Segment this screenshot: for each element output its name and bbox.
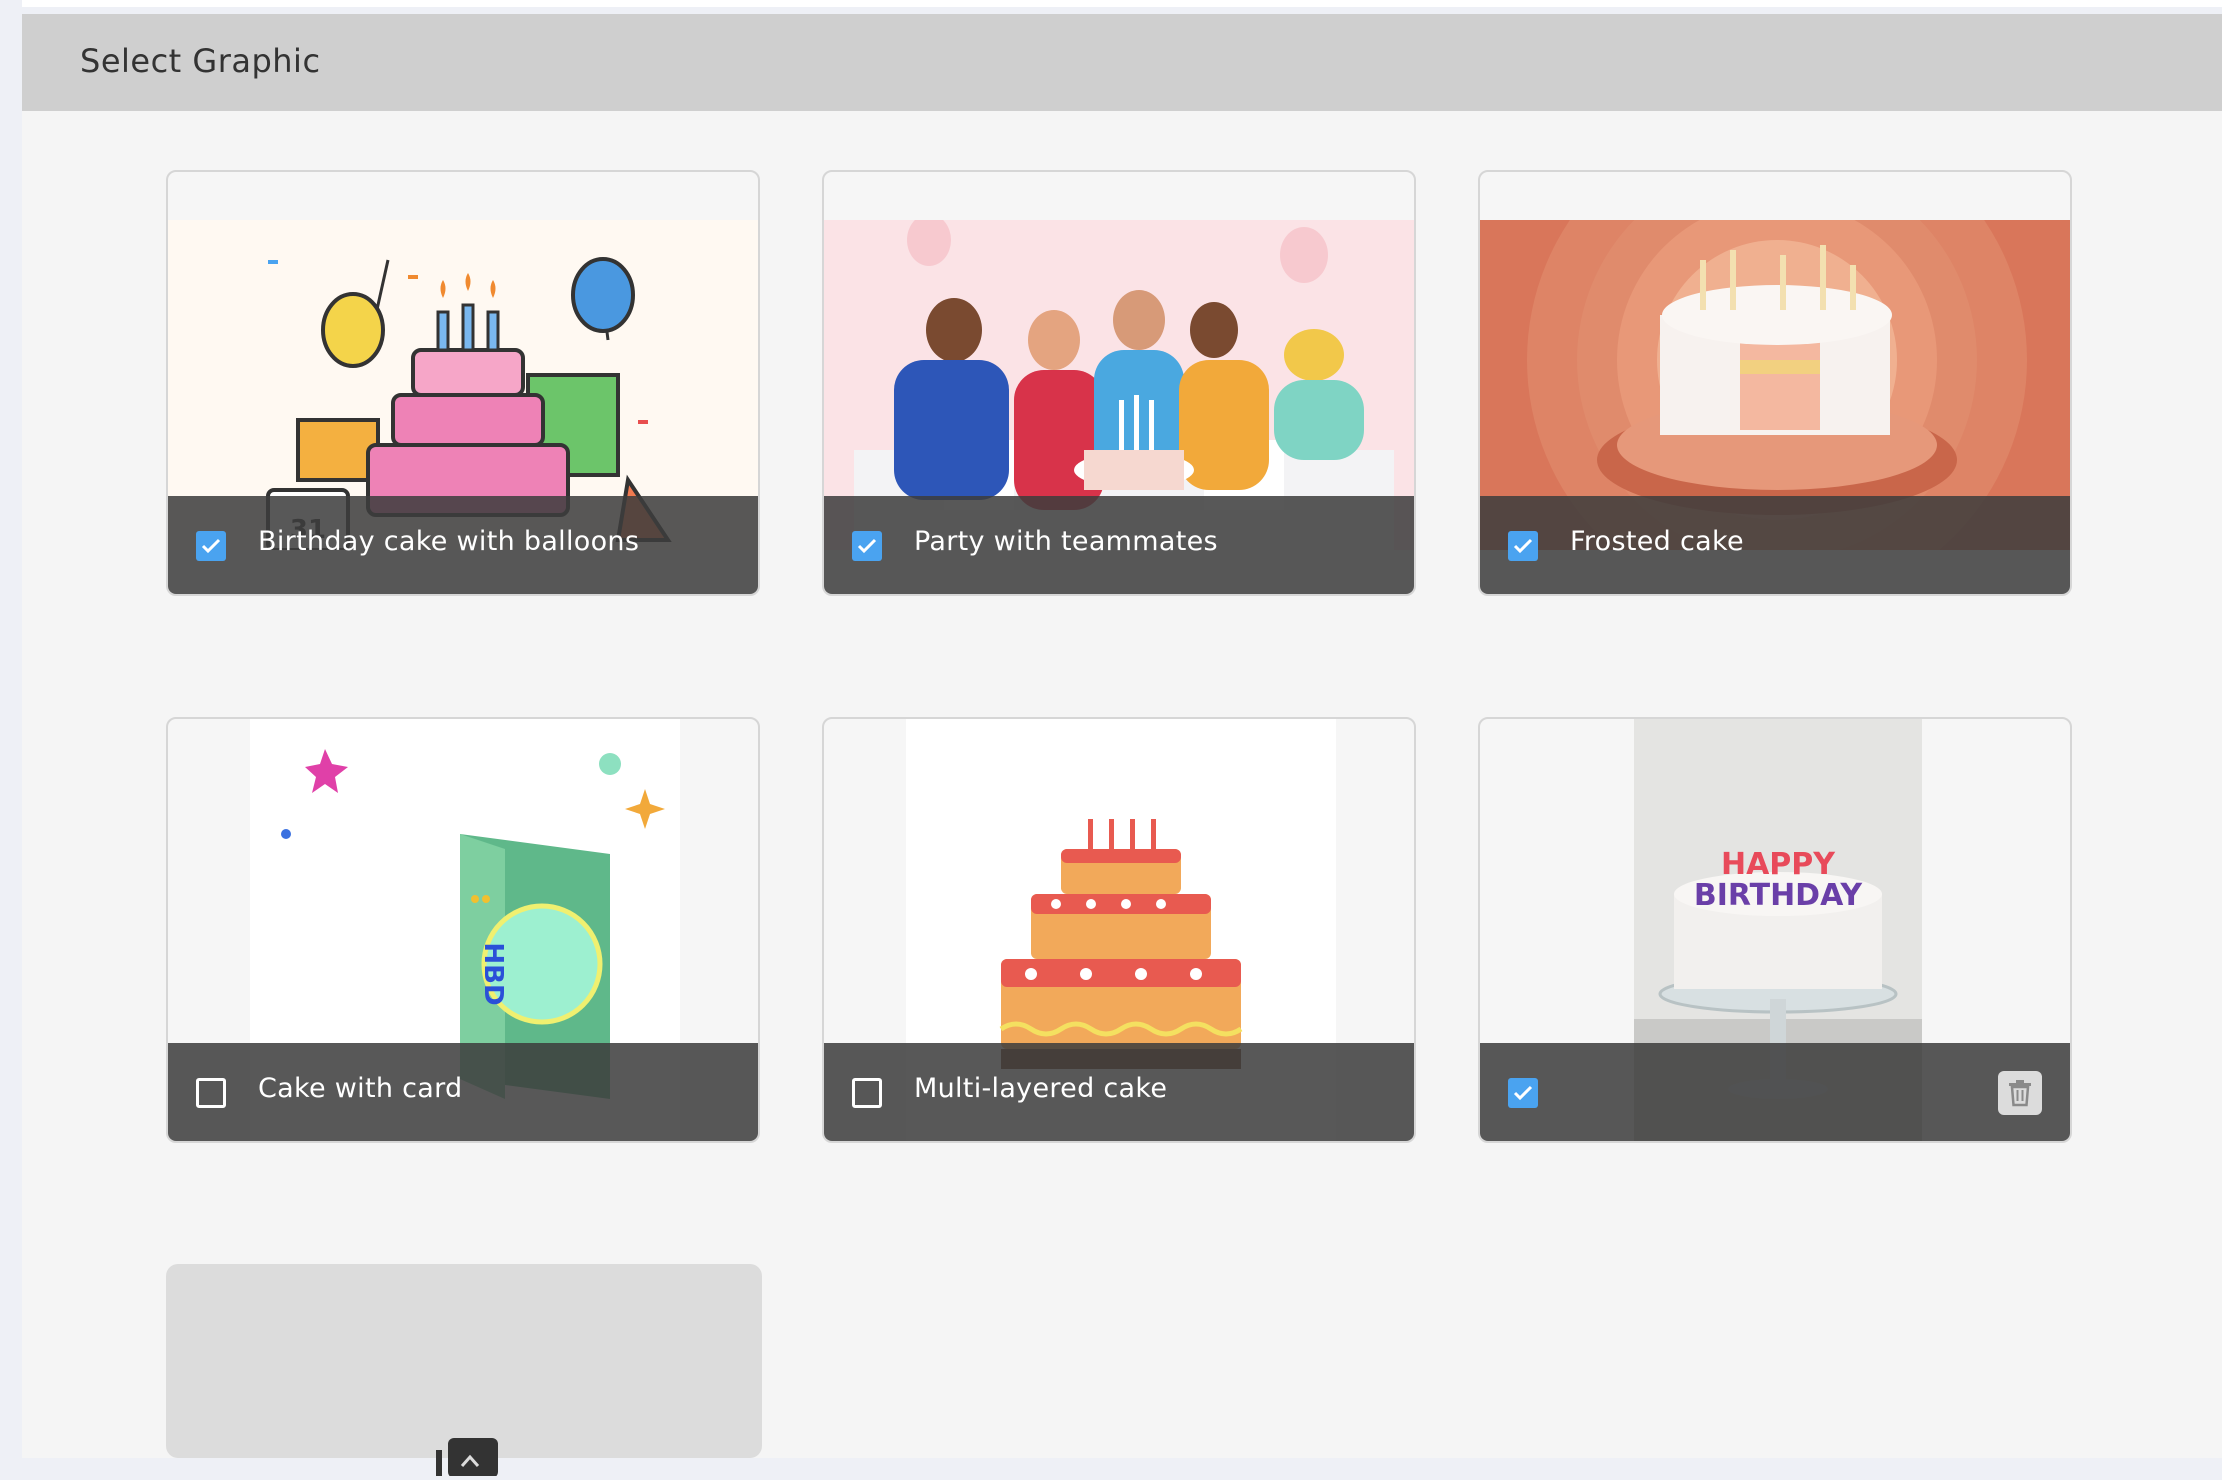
top-strip xyxy=(22,0,2222,7)
panel-header: Select Graphic xyxy=(22,14,2222,111)
upload-graphic-card[interactable] xyxy=(166,1264,762,1478)
graphic-checkbox[interactable] xyxy=(196,531,226,561)
graphic-checkbox[interactable] xyxy=(196,1078,226,1108)
graphic-card-birthday-cake-balloons[interactable]: 31 Birthday cake with balloons xyxy=(166,170,760,596)
graphic-label: Birthday cake with balloons xyxy=(258,526,640,557)
delete-graphic-button[interactable] xyxy=(1998,1071,2042,1115)
card-code-text: HBD xyxy=(478,942,508,1005)
graphic-card-frosted-cake[interactable]: Frosted cake xyxy=(1478,170,2072,596)
card-label-bar: Frosted cake xyxy=(1480,496,2070,594)
card-label-bar: Cake with card xyxy=(168,1043,758,1141)
cake-topper-birthday: BIRTHDAY xyxy=(1694,878,1864,913)
graphic-checkbox[interactable] xyxy=(852,1078,882,1108)
graphic-label: Party with teammates xyxy=(914,526,1218,557)
image-upload-icon xyxy=(434,1436,504,1480)
panel-title: Select Graphic xyxy=(80,42,321,80)
graphic-checkbox[interactable] xyxy=(1508,531,1538,561)
graphic-label: Frosted cake xyxy=(1570,526,1744,557)
trash-icon xyxy=(2009,1080,2031,1107)
graphic-checkbox[interactable] xyxy=(852,531,882,561)
card-label-bar: Birthday cake with balloons xyxy=(168,496,758,594)
check-icon xyxy=(1513,1085,1533,1101)
graphic-label: Multi-layered cake xyxy=(914,1073,1168,1104)
graphic-card-cake-with-card[interactable]: HBD Cake with card xyxy=(166,717,760,1143)
card-label-bar: Multi-layered cake xyxy=(824,1043,1414,1141)
graphic-checkbox[interactable] xyxy=(1508,1078,1538,1108)
graphic-card-party-teammates[interactable]: Party with teammates xyxy=(822,170,1416,596)
card-label-bar: Party with teammates xyxy=(824,496,1414,594)
check-icon xyxy=(201,538,221,554)
cake-topper-happy: HAPPY xyxy=(1721,847,1836,882)
check-icon xyxy=(857,538,877,554)
card-label-bar xyxy=(1480,1043,2070,1141)
graphic-card-happy-birthday-photo[interactable]: HAPPY BIRTHDAY xyxy=(1478,717,2072,1143)
select-graphic-panel: Select Graphic 31 xyxy=(22,14,2222,1478)
check-icon xyxy=(1513,538,1533,554)
graphic-card-multi-layered-cake[interactable]: Multi-layered cake xyxy=(822,717,1416,1143)
graphic-label: Cake with card xyxy=(258,1073,463,1104)
